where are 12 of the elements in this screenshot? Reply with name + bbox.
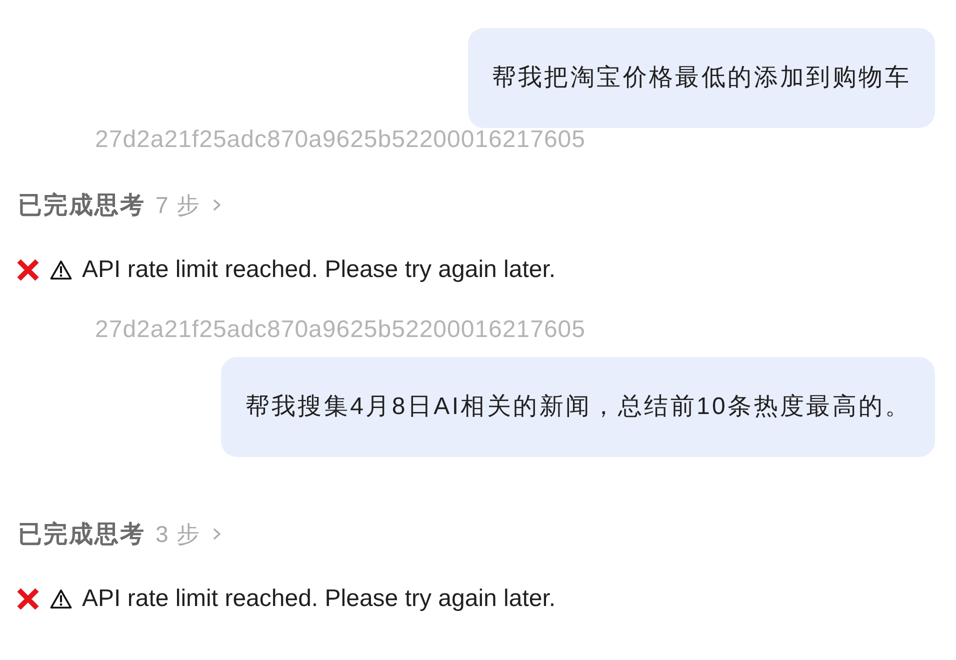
user-message-bubble: 帮我搜集4月8日AI相关的新闻，总结前10条热度最高的。: [221, 357, 935, 457]
cross-icon: [16, 258, 40, 282]
error-message: API rate limit reached. Please try again later.: [82, 585, 556, 613]
warning-icon: [50, 260, 72, 280]
thinking-steps-toggle[interactable]: 已完成思考 3 步: [18, 517, 221, 551]
user-message-bubble: 帮我把淘宝价格最低的添加到购物车: [468, 28, 935, 128]
cross-icon: [16, 587, 40, 611]
error-message: API rate limit reached. Please try again later.: [82, 256, 556, 284]
warning-icon: [50, 589, 72, 609]
thinking-steps-toggle[interactable]: 已完成思考 7 步: [18, 188, 221, 222]
trace-id-text: 27d2a21f25adc870a9625b52200016217605: [95, 128, 586, 152]
trace-id-text: 27d2a21f25adc870a9625b52200016217605: [95, 318, 586, 342]
